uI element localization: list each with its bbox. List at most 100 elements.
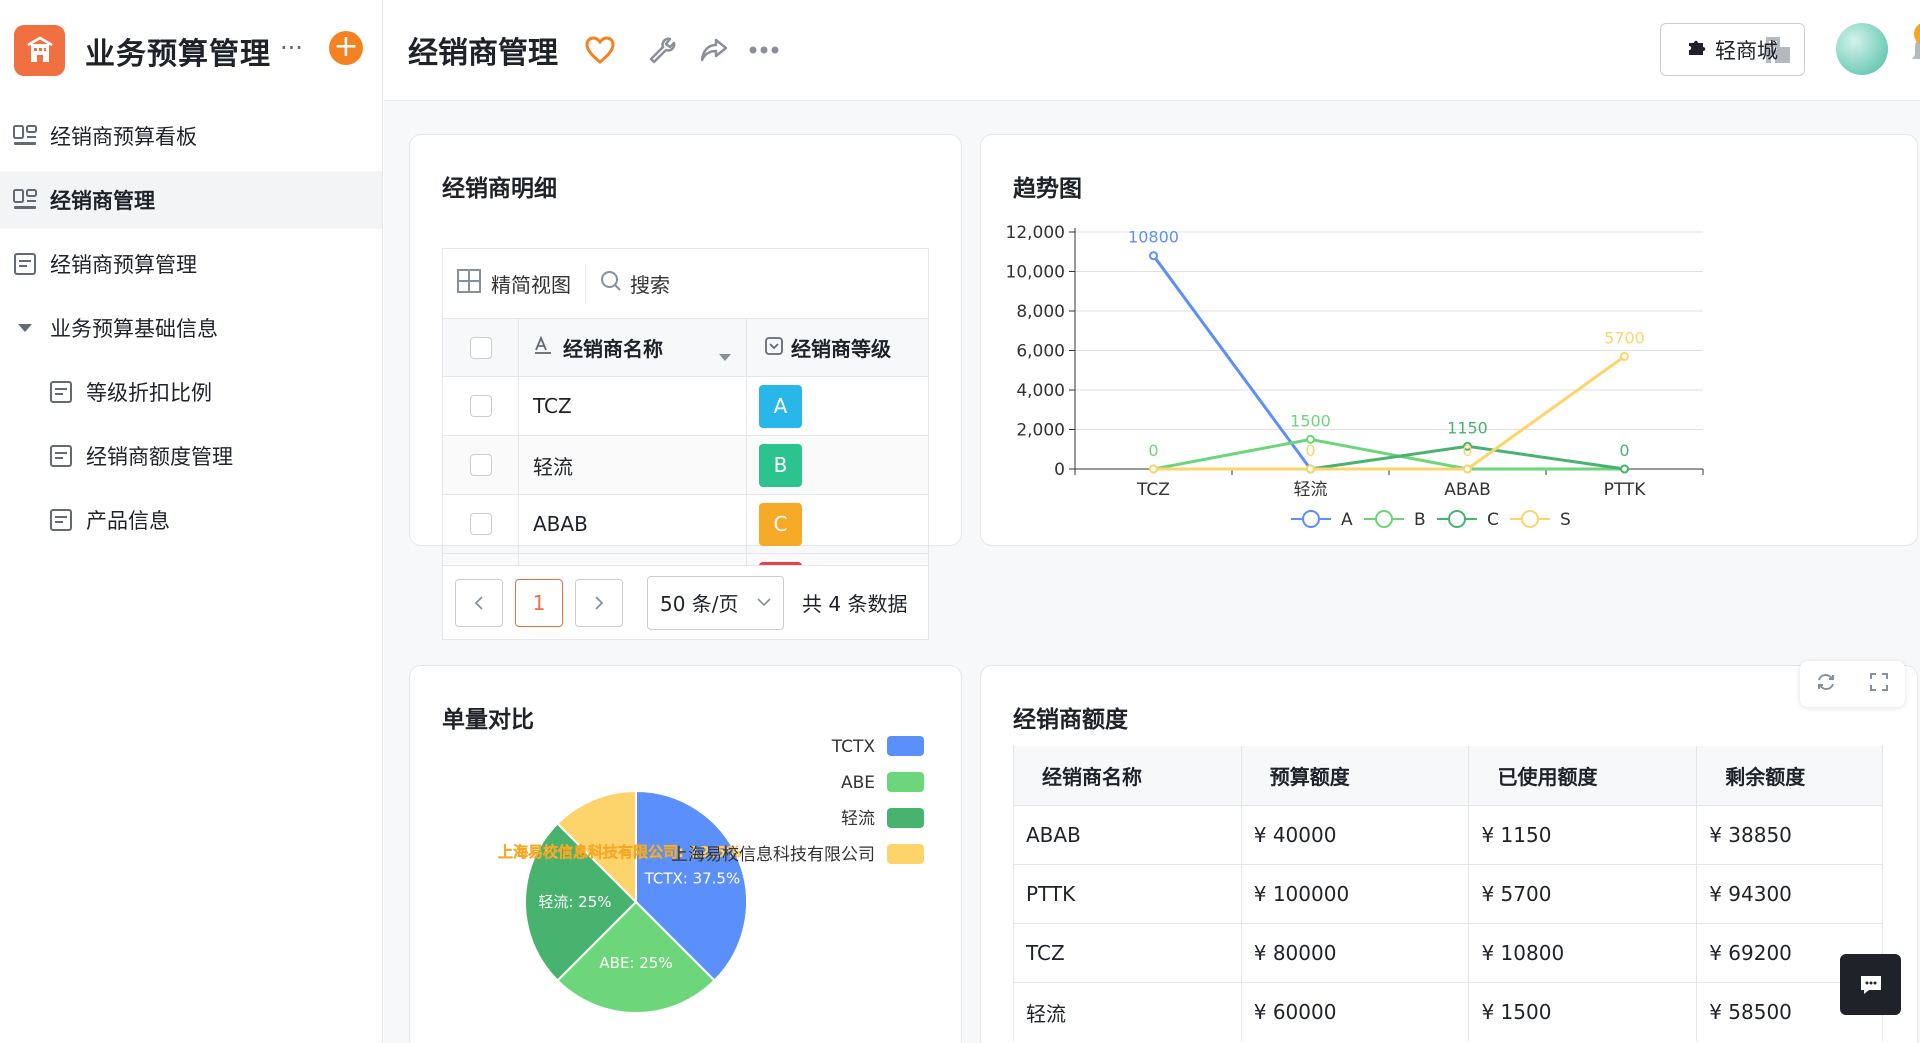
search-button[interactable]: 搜索 [630, 269, 670, 298]
legend-swatch [887, 808, 924, 828]
legend-label: ABE [841, 773, 875, 793]
data-point [1149, 464, 1158, 474]
level-tag: C [759, 502, 802, 546]
data-label: 0 [1148, 441, 1158, 460]
trend-card: 趋势图 12,000 10,000 8,000 6,000 4,000 2,000 0 TCZ… [980, 134, 1918, 546]
slice-label: ABE: 25% [599, 954, 672, 972]
app-logo-icon [14, 25, 65, 76]
cell-used: ¥ 1500 [1469, 983, 1698, 1041]
nav-item-dashboard[interactable]: 经销商预算看板 [0, 107, 382, 165]
share-icon[interactable] [698, 34, 730, 66]
more-icon[interactable] [748, 34, 780, 66]
nav-label: 等级折扣比例 [86, 381, 212, 405]
series-line-B [1153, 437, 1625, 471]
table-row[interactable]: PTTK ¥ 100000 ¥ 5700 ¥ 94300 [1014, 864, 1883, 923]
nav-label: 产品信息 [86, 509, 170, 533]
table-row[interactable]: 轻流 B [443, 436, 928, 495]
row-checkbox[interactable] [469, 513, 492, 535]
data-label: 1500 [1290, 411, 1331, 430]
mall-button[interactable]: 轻商城 [1660, 23, 1805, 76]
nav-label: 经销商预算管理 [50, 253, 197, 277]
fullscreen-icon[interactable] [1869, 672, 1889, 696]
legend-label: TCTX [831, 737, 876, 757]
pie-card: 单量对比 TCTX: 37.5% ABE: 25% 轻流: 25% 上海易校信息科技有… [409, 665, 962, 1043]
puzzle-icon [1687, 37, 1707, 62]
mall-label: 轻商城 [1715, 38, 1778, 63]
prev-page-button[interactable] [455, 578, 503, 627]
card-title: 经销商明细 [442, 176, 557, 202]
nav-item-dealer-management[interactable]: 经销商管理 [0, 171, 382, 229]
chat-button[interactable] [1840, 954, 1901, 1015]
search-icon [600, 270, 622, 297]
column-header: 剩余额度 [1697, 746, 1883, 805]
x-tick-label: ABAB [1444, 480, 1491, 500]
table-row[interactable]: TCZ ¥ 80000 ¥ 10800 ¥ 69200 [1014, 923, 1883, 982]
cell-budget: ¥ 80000 [1242, 924, 1470, 982]
table-row[interactable]: ABAB C [443, 495, 928, 554]
row-checkbox[interactable] [469, 395, 492, 417]
y-tick-label: 2,000 [1016, 421, 1065, 441]
data-label: 10800 [1128, 228, 1179, 247]
favorite-heart-icon[interactable] [584, 34, 616, 66]
page-size-select[interactable]: 50 条/页 [647, 575, 784, 630]
legend-marker [1448, 510, 1466, 528]
nav-label: 业务预算基础信息 [50, 317, 218, 341]
select-all-checkbox[interactable] [469, 336, 492, 359]
column-header-level[interactable]: 经销商等级 [791, 333, 891, 362]
dealer-detail-card: 经销商明细 精简视图 搜索 经销商名称 经销商等级 TCZ A 轻流 B ABA… [409, 134, 962, 640]
data-point [1620, 464, 1629, 474]
sort-caret-icon[interactable] [718, 343, 732, 367]
column-header-name[interactable]: 经销商名称 [563, 333, 663, 362]
data-label: 0 [1462, 441, 1472, 460]
quota-table-header: 经销商名称 预算额度 已使用额度 剩余额度 [1014, 746, 1883, 805]
nav-item-budget-management[interactable]: 经销商预算管理 [0, 235, 382, 293]
cell-name: 轻流 [519, 436, 747, 494]
compact-view-button[interactable]: 精简视图 [491, 269, 571, 298]
wrench-icon[interactable] [646, 34, 678, 66]
current-page-button[interactable]: 1 [515, 578, 563, 627]
cell-used: ¥ 10800 [1469, 924, 1698, 982]
legend-marker [1375, 510, 1393, 528]
app-more-icon[interactable]: ··· [280, 34, 303, 62]
row-checkbox[interactable] [469, 454, 492, 476]
page-title: 经销商管理 [408, 36, 558, 71]
chevron-down-icon [757, 598, 771, 607]
y-tick-label: 4,000 [1016, 381, 1065, 401]
form-icon [48, 508, 74, 532]
nav-group-basic-info[interactable]: 业务预算基础信息 [0, 299, 382, 357]
dashboard-icon [12, 188, 38, 212]
data-label: 0 [1305, 441, 1315, 460]
quota-card: 经销商额度 经销商名称 预算额度 已使用额度 剩余额度 ABAB ¥ 40000… [980, 665, 1918, 1043]
nav-item-quota-management[interactable]: 经销商额度管理 [0, 427, 382, 485]
cell-remaining: ¥ 94300 [1697, 865, 1883, 923]
app-add-button[interactable]: + [329, 31, 363, 65]
nav-item-discount-ratio[interactable]: 等级折扣比例 [0, 363, 382, 421]
page-size-value: 50 条/页 [660, 592, 739, 616]
grid-view-icon [457, 269, 481, 298]
table-row[interactable]: TCZ A [443, 377, 928, 436]
level-tag: B [759, 443, 802, 487]
legend-label: B [1414, 510, 1426, 530]
series-line-S [1153, 355, 1626, 471]
pagination: 1 50 条/页 共 4 条数据 [443, 565, 928, 639]
next-page-button[interactable] [575, 578, 623, 627]
nav-item-product-info[interactable]: 产品信息 [0, 491, 382, 549]
dealer-table: 精简视图 搜索 经销商名称 经销商等级 TCZ A 轻流 B ABAB C 1 … [442, 248, 929, 640]
data-point [1306, 464, 1315, 474]
legend-label: 轻流 [841, 809, 875, 829]
cell-name: 轻流 [1014, 983, 1242, 1041]
legend-marker [1521, 510, 1539, 528]
refresh-icon[interactable] [1816, 672, 1836, 696]
column-header: 已使用额度 [1469, 746, 1698, 805]
toolbar-divider [585, 263, 586, 304]
dashboard-main: 经销商明细 精简视图 搜索 经销商名称 经销商等级 TCZ A 轻流 B ABA… [384, 101, 1920, 1043]
table-toolbar: 精简视图 搜索 [443, 249, 928, 319]
slice-label: 轻流: 25% [538, 893, 611, 911]
avatar[interactable] [1836, 23, 1888, 75]
slice-label: TCTX: 37.5% [644, 870, 741, 888]
y-tick-label: 10,000 [1006, 263, 1065, 283]
table-row[interactable]: 轻流 ¥ 60000 ¥ 1500 ¥ 58500 [1014, 982, 1883, 1041]
level-tag: A [759, 384, 802, 428]
table-row[interactable]: ABAB ¥ 40000 ¥ 1150 ¥ 38850 [1014, 805, 1883, 864]
cell-budget: ¥ 40000 [1242, 806, 1470, 864]
